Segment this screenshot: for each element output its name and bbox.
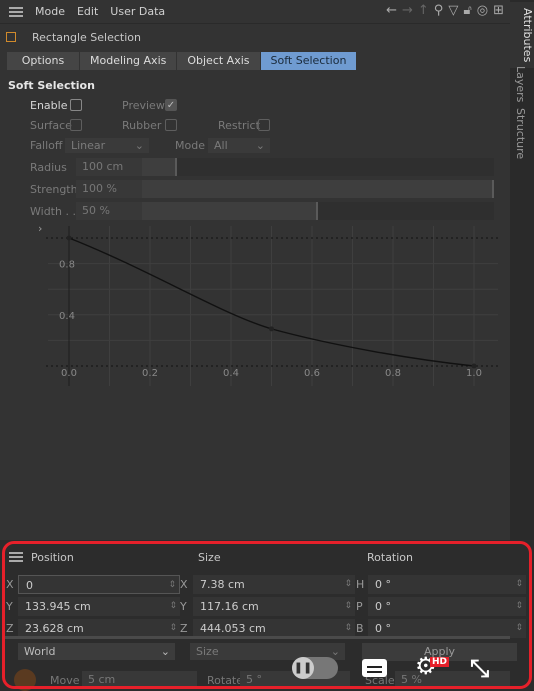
hamburger-icon[interactable] [9,6,23,17]
surface-label: Surface [30,119,72,132]
curve-point [66,235,72,241]
strength-field[interactable]: 100 % [76,180,142,198]
mode-value: All [214,139,228,152]
x-tick-label: 0.0 [61,368,77,379]
radius-label: Radius [30,161,67,174]
object-header: Rectangle Selection [6,28,141,46]
strength-label: Strength [30,183,78,196]
restrict-checkbox[interactable] [258,119,270,131]
menu-user-data[interactable]: User Data [110,5,165,18]
width-label: Width . . [30,205,76,218]
x-tick-label: 0.4 [223,368,239,379]
width-field[interactable]: 50 % [76,202,142,220]
surface-checkbox[interactable] [70,119,82,131]
hd-badge: HD [430,657,450,667]
width-slider[interactable] [142,202,494,220]
new-panel-icon[interactable]: ⊞ [493,3,504,18]
y-tick-label: 0.8 [59,260,75,271]
arrow-left-icon[interactable]: ← [386,3,397,18]
enable-label: Enable [30,99,68,112]
tab-object-axis[interactable]: Object Axis [177,52,261,70]
falloff-value: Linear [71,139,106,152]
exit-fullscreen-icon[interactable]: ⤡ [470,654,489,682]
subtitles-icon[interactable] [362,659,387,677]
x-tick-label: 1.0 [466,368,482,379]
x-tick-label: 0.2 [142,368,158,379]
curve-point [269,326,274,332]
radius-field[interactable]: 100 cm [76,158,142,176]
arrow-right-icon[interactable]: → [402,3,413,18]
radius-slider-fill [142,158,178,176]
strength-slider-fill [142,180,494,198]
mode-dropdown[interactable]: All ⌄ [208,138,270,153]
radius-slider[interactable] [142,158,494,176]
side-tab-structure[interactable]: Structure [514,108,527,159]
tab-soft-selection[interactable]: Soft Selection [260,52,358,70]
menu-bar: Mode Edit User Data ← → ↑ ⚲ ▽ 🔓︎ ◎ ⊞ [0,0,510,24]
rectangle-selection-icon [6,32,16,42]
chevron-down-icon: ⌄ [134,139,144,152]
falloff-dropdown[interactable]: Linear ⌄ [65,138,149,153]
section-title: Soft Selection [8,79,95,92]
preview-checkbox[interactable]: ✓ [165,99,177,111]
menu-edit[interactable]: Edit [77,5,98,18]
object-name: Rectangle Selection [32,30,141,44]
strength-slider[interactable] [142,180,494,198]
side-tab-layers[interactable]: Layers [514,66,527,102]
falloff-curve-graph[interactable]: 0.0 0.2 0.4 0.6 0.8 1.0 0.8 0.4 [38,226,508,388]
autoplay-toggle[interactable]: ❚❚ [292,657,338,679]
tab-options[interactable]: Options [7,52,80,70]
highlight-outline [2,541,532,689]
target-icon[interactable]: ◎ [477,3,488,18]
chevron-down-icon: ⌄ [255,139,265,152]
lock-icon[interactable]: 🔓︎ [463,3,471,18]
x-tick-label: 0.6 [304,368,320,379]
tab-bar: Options Modeling Axis Object Axis Soft S… [7,52,358,70]
rubber-checkbox[interactable] [165,119,177,131]
curve-point [471,363,477,369]
x-tick-label: 0.8 [385,368,401,379]
rubber-label: Rubber [122,119,162,132]
pause-icon: ❚❚ [292,657,314,679]
menu-mode[interactable]: Mode [35,5,65,18]
arrow-up-icon[interactable]: ↑ [418,3,429,18]
search-icon[interactable]: ⚲ [434,3,444,18]
mode-label: Mode [175,139,205,152]
side-tab-attributes[interactable]: Attributes [510,2,534,69]
tab-modeling-axis[interactable]: Modeling Axis [80,52,178,70]
width-slider-fill [142,202,318,220]
enable-checkbox[interactable] [70,99,82,111]
preview-label: Preview [122,99,165,112]
filter-icon[interactable]: ▽ [448,3,458,18]
restrict-label: Restrict [218,119,260,132]
falloff-label: Falloff [30,139,63,152]
y-tick-label: 0.4 [59,311,75,322]
